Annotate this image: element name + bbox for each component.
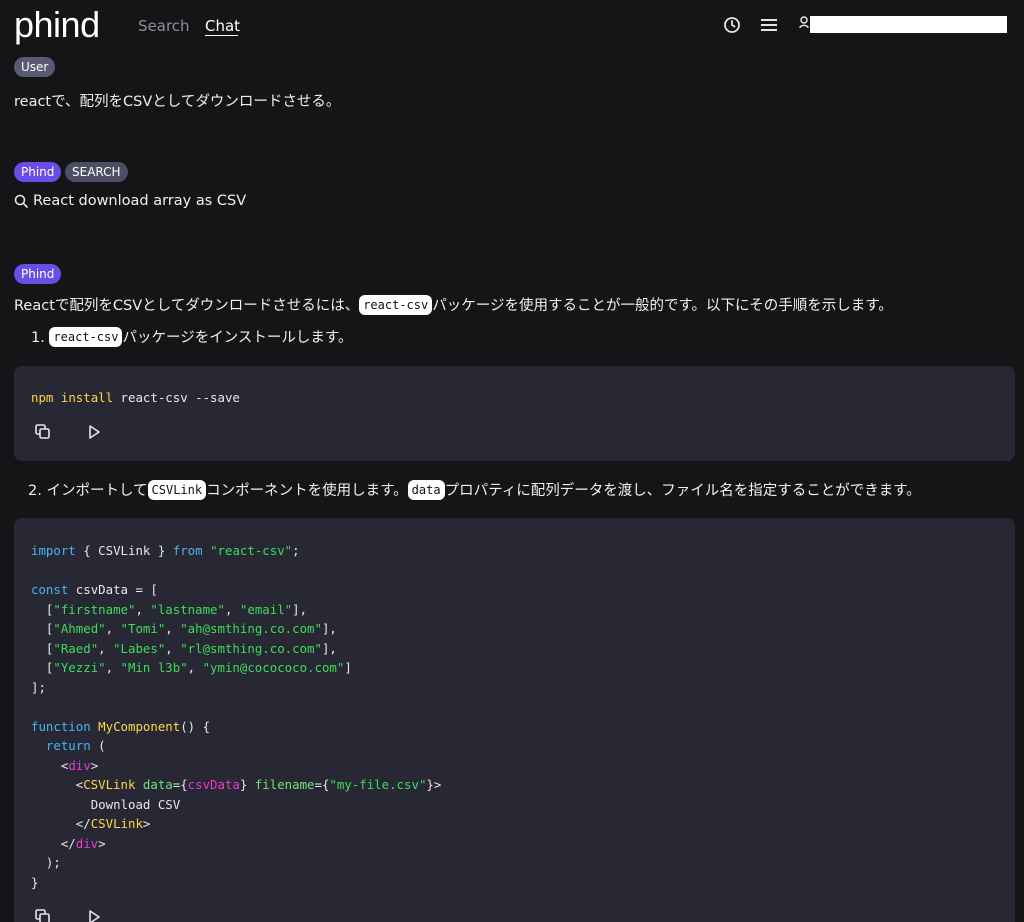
answer-intro: Reactで配列をCSVとしてダウンロードさせるには、 react-csv パッケー… (14, 294, 893, 315)
code-token: npm (31, 390, 54, 405)
phind-answer-badge: Phind (14, 264, 62, 284)
step-1-number: 1. (31, 330, 45, 346)
code-token: "lastname" (150, 601, 225, 617)
user-badge: User (14, 57, 56, 77)
code-token: import (31, 543, 76, 558)
code-token: filename (254, 777, 315, 792)
step-1: 1. react-csv パッケージをインストールします。 (31, 326, 352, 347)
code-token: "firstname" (53, 601, 136, 617)
nav-search-link[interactable]: Search (138, 17, 190, 35)
code-token: "Labes" (113, 640, 166, 656)
code-token: "rl@smthing.co.com" (180, 640, 322, 656)
code-token: CSVLink (90, 816, 143, 831)
search-query-text: React download array as CSV (33, 193, 247, 209)
user-name-redacted[interactable] (810, 16, 1007, 33)
code-token: ( (90, 738, 106, 753)
step-2: 2. インポートして CSVLink コンポーネントを使用します。 data プロパティ… (28, 479, 921, 500)
code-token: function (31, 718, 91, 734)
code-token: } (31, 874, 39, 890)
code-component: import { CSVLink } from "react-csv"; con… (31, 543, 442, 890)
phind-logo[interactable]: phind (14, 4, 100, 46)
menu-icon[interactable] (760, 17, 778, 33)
code-token: "Ahmed" (53, 621, 106, 636)
step-2-middle: コンポーネントを使用します。 (206, 483, 408, 499)
inline-code-react-csv: react-csv (359, 295, 433, 315)
code-token: from (172, 543, 203, 558)
phind-badge: Phind (14, 162, 62, 182)
nav-active-underline (205, 35, 238, 36)
copy-icon[interactable] (34, 423, 52, 441)
code-token: install (60, 390, 114, 405)
code-token: Download CSV (90, 796, 181, 812)
search-badge: SEARCH (65, 162, 128, 182)
step-2-number: 2. (28, 483, 42, 499)
code-token: data (142, 777, 173, 792)
code-token: const (31, 582, 69, 597)
code-token: div (68, 757, 91, 773)
code-token: ; (292, 543, 300, 558)
code-token: "Min l3b" (120, 660, 188, 675)
code-token: csvData (187, 777, 240, 792)
code-token: return (45, 738, 91, 753)
code-token: "Yezzi" (53, 660, 106, 675)
code-token: CSVLink (83, 777, 136, 792)
copy-icon[interactable] (34, 908, 52, 922)
run-icon[interactable] (85, 423, 103, 441)
inline-code-react-csv-step1: react-csv (49, 327, 123, 347)
code-token: MyComponent (98, 718, 181, 734)
code-block-install: npm install react-csv --save (14, 366, 1015, 461)
code-token: "ymin@cocococo.com" (202, 660, 345, 675)
code-token: div (75, 835, 99, 851)
inline-code-csvlink: CSVLink (147, 480, 207, 500)
answer-intro-before: Reactで配列をCSVとしてダウンロードさせるには、 (14, 298, 360, 314)
user-message-text: reactで、配列をCSVとしてダウンロードさせる。 (14, 94, 341, 110)
step-1-text: パッケージをインストールします。 (122, 330, 353, 346)
code-token: () { (180, 718, 211, 734)
inline-code-data: data (407, 480, 445, 500)
run-icon[interactable] (85, 908, 103, 922)
code-token: "react-csv" (210, 543, 293, 558)
code-token: csvData = [ (68, 582, 158, 597)
top-bar: phind Search Chat (0, 0, 1024, 52)
history-icon[interactable] (723, 16, 741, 34)
code-install-line: npm install react-csv --save (31, 388, 240, 408)
code-token: { CSVLink } (75, 543, 173, 558)
step-2-before: インポートして (46, 483, 148, 499)
step-2-after: プロパティに配列データを渡し、ファイル名を指定することができます。 (444, 483, 921, 499)
code-token: ]; (31, 679, 46, 695)
answer-intro-after: パッケージを使用することが一般的です。以下にその手順を示します。 (432, 298, 893, 314)
code-token: "my-file.csv" (329, 777, 427, 792)
nav-chat-link[interactable]: Chat (205, 17, 240, 35)
code-token: "ah@smthing.co.com" (180, 621, 322, 636)
code-token: "Tomi" (120, 621, 166, 636)
code-token: react-csv --save (113, 390, 240, 405)
code-block-component: import { CSVLink } from "react-csv"; con… (14, 518, 1015, 922)
code-token: "email" (239, 601, 293, 617)
code-token: "Raed" (53, 640, 99, 656)
search-icon (14, 194, 28, 208)
code-token: ); (45, 855, 61, 870)
